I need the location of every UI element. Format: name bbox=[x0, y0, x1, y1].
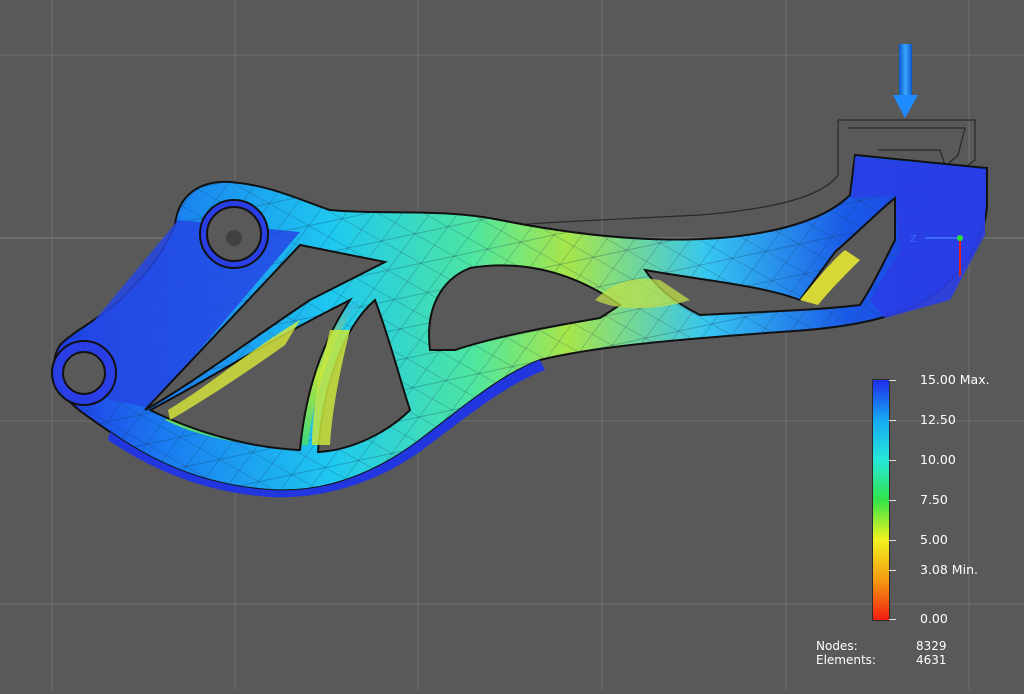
legend-zero-label: 0.00 bbox=[920, 611, 948, 626]
legend-tick-label: 5.00 bbox=[920, 532, 948, 547]
legend-tick-label: 7.50 bbox=[920, 492, 948, 507]
legend-min-label: 3.08 Min. bbox=[920, 562, 978, 577]
stress-result-part[interactable] bbox=[51, 153, 988, 498]
nodes-value: 8329 bbox=[916, 639, 947, 653]
legend-tick bbox=[889, 540, 896, 541]
3d-viewport[interactable]: Z 15.00 Max. 12.50 10.00 7.50 5.00 3.08 … bbox=[0, 0, 1024, 690]
legend-tick bbox=[889, 380, 896, 381]
legend-tick bbox=[889, 460, 896, 461]
nodes-label: Nodes: bbox=[816, 639, 858, 653]
stress-legend-colorbar bbox=[872, 379, 890, 621]
legend-tick bbox=[889, 619, 896, 620]
legend-tick-label: 12.50 bbox=[920, 412, 956, 427]
axis-z-label: Z bbox=[910, 234, 917, 245]
elements-value: 4631 bbox=[916, 653, 947, 667]
legend-tick bbox=[889, 500, 896, 501]
legend-max-label: 15.00 Max. bbox=[920, 372, 990, 387]
model-canvas[interactable]: Z bbox=[0, 0, 1024, 690]
legend-tick bbox=[889, 570, 896, 571]
legend-tick-label: 10.00 bbox=[920, 452, 956, 467]
elements-label: Elements: bbox=[816, 653, 876, 667]
legend-tick bbox=[889, 420, 896, 421]
